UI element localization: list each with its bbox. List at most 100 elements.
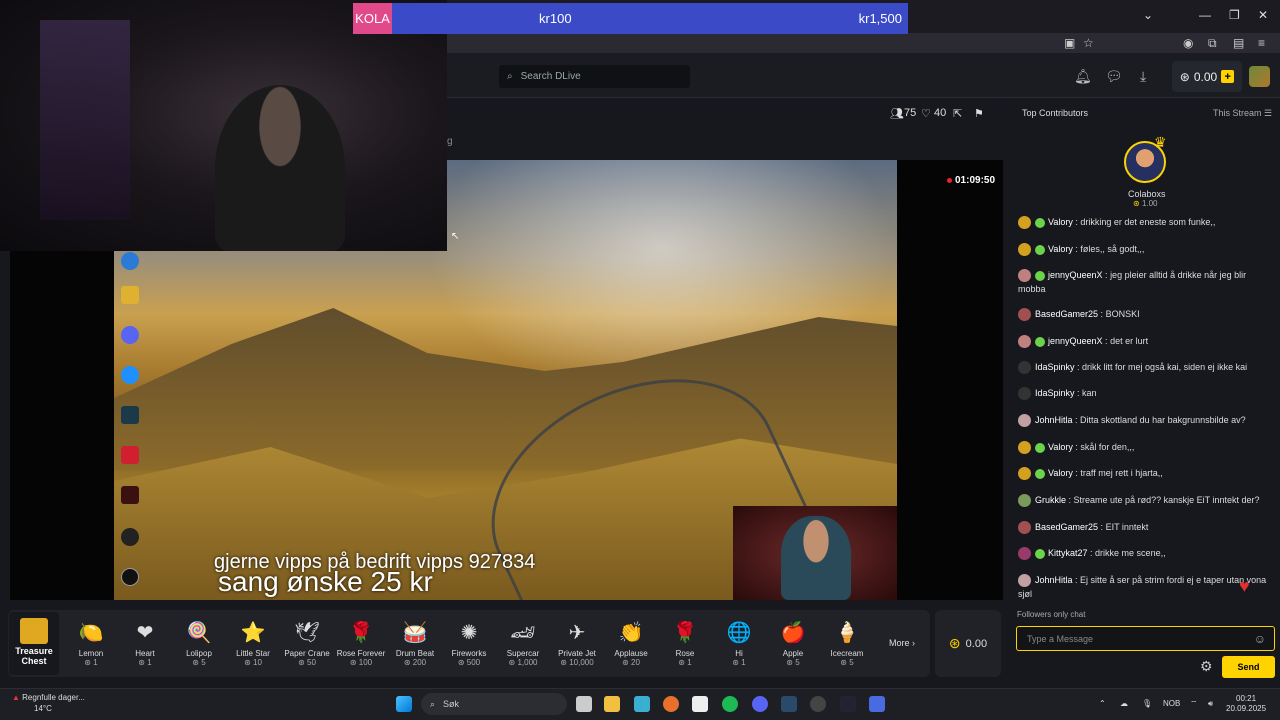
photos-icon[interactable] (634, 696, 650, 712)
gift-hi[interactable]: 🌐 Hi ⊛ 1 (713, 620, 765, 667)
gift-drum-beat[interactable]: 🥁 Drum Beat ⊛ 200 (389, 620, 441, 667)
gift-private-jet[interactable]: ✈ Private Jet ⊛ 10,000 (551, 620, 603, 667)
system-clock[interactable]: 00:21 20.09.2025 (1226, 694, 1266, 714)
minimize-icon[interactable]: — (1199, 8, 1211, 22)
picture-in-picture-icon[interactable]: ▣ (1064, 36, 1075, 50)
more-gifts-button[interactable]: More › (889, 638, 915, 648)
gift-price: ⊛ 1 (732, 658, 746, 667)
chat-username[interactable]: Valory (1048, 217, 1073, 227)
chat-avatar[interactable] (1018, 467, 1031, 481)
gift-price: ⊛ 500 (457, 658, 481, 667)
taskbar-search[interactable]: ⌕ Søk (421, 693, 567, 715)
gift-rose[interactable]: 🌹 Rose ⊛ 1 (659, 620, 711, 667)
heart-reaction-icon[interactable]: ♥ (1239, 576, 1250, 597)
obs-icon[interactable] (810, 696, 826, 712)
bell-icon[interactable]: 🔔︎ (1074, 68, 1092, 85)
gift-price: ⊛ 1 (138, 658, 152, 667)
chat-avatar[interactable] (1018, 387, 1031, 401)
download-icon[interactable]: ⤓ (1140, 68, 1146, 85)
treasure-chest-button[interactable]: Treasure Chest (9, 612, 59, 675)
app-arrow-icon[interactable] (840, 696, 856, 712)
heart-icon[interactable]: ♡ (921, 107, 931, 120)
chat-username[interactable]: Grukkle (1035, 495, 1066, 505)
user-avatar[interactable] (1249, 66, 1270, 87)
chat-username[interactable]: jennyQueenX (1048, 336, 1103, 346)
gift-paper-crane[interactable]: 🕊 Paper Crane ⊛ 50 (281, 620, 333, 667)
chat-input[interactable]: Type a Message ☺ (1016, 626, 1275, 651)
task-view-icon[interactable] (576, 696, 592, 712)
chat-avatar[interactable] (1018, 521, 1031, 535)
chat-username[interactable]: BasedGamer25 (1035, 522, 1098, 532)
chat-username[interactable]: Valory (1048, 468, 1073, 478)
gift-little-star[interactable]: ⭐ Little Star ⊛ 10 (227, 620, 279, 667)
gift-fireworks[interactable]: ✺ Fireworks ⊛ 500 (443, 620, 495, 667)
chat-username[interactable]: IdaSpinky (1035, 362, 1075, 372)
gift-heart[interactable]: ❤ Heart ⊛ 1 (119, 620, 171, 667)
chat-avatar[interactable] (1018, 216, 1031, 230)
chevron-down-icon[interactable]: ⌄ (1143, 8, 1153, 22)
firefox-icon[interactable] (663, 696, 679, 712)
gear-icon[interactable]: ⚙ (1200, 658, 1213, 675)
chat-username[interactable]: BasedGamer25 (1035, 309, 1098, 319)
send-button[interactable]: Send (1222, 656, 1275, 678)
chat-avatar[interactable] (1018, 547, 1031, 561)
cloud-icon[interactable]: ☁ (1120, 699, 1128, 708)
account-icon[interactable]: ◉ (1183, 36, 1193, 50)
this-stream-selector[interactable]: This Stream ☰ (1213, 108, 1272, 119)
menu-icon[interactable]: ≡ (1258, 36, 1265, 50)
gift-lemon[interactable]: 🍋 Lemon ⊛ 1 (65, 620, 117, 667)
extension-badge-icon[interactable]: ▤ (1233, 36, 1244, 50)
spotify-icon[interactable] (722, 696, 738, 712)
chat-bubble-icon[interactable]: 💬︎ (1105, 68, 1123, 85)
chat-username[interactable]: Valory (1048, 442, 1073, 452)
lemon-balance[interactable]: ⊛ 0.00 + (1172, 61, 1242, 92)
chat-avatar[interactable] (1018, 269, 1031, 283)
emoji-icon[interactable]: ☺ (1254, 632, 1266, 646)
extensions-icon[interactable]: ⧉ (1208, 36, 1217, 51)
gift-applause[interactable]: 👏 Applause ⊛ 20 (605, 620, 657, 667)
discord-icon[interactable] (752, 696, 768, 712)
maximize-icon[interactable]: ❐ (1229, 8, 1240, 22)
add-coins-button[interactable]: + (1221, 70, 1235, 83)
share-icon[interactable]: ⇱ (953, 107, 962, 120)
chat-username[interactable]: JohnHitla (1035, 575, 1073, 585)
chat-avatar[interactable] (1018, 308, 1031, 322)
chat-avatar[interactable] (1018, 414, 1031, 428)
close-icon[interactable]: ✕ (1258, 8, 1268, 22)
app-icon[interactable] (692, 696, 708, 712)
goal-target: kr1,500 (858, 11, 902, 26)
wifi-icon[interactable]: ⌔ (1190, 699, 1198, 709)
mountain-layer (114, 308, 897, 470)
chat-avatar[interactable] (1018, 243, 1031, 257)
gift-icecream[interactable]: 🍦 Icecream ⊛ 5 (821, 620, 873, 667)
gift-apple[interactable]: 🍎 Apple ⊛ 5 (767, 620, 819, 667)
volume-icon[interactable]: 🔊︎ (1208, 699, 1213, 709)
chevron-up-icon[interactable]: ⌃ (1099, 699, 1106, 708)
start-icon[interactable] (396, 696, 412, 712)
mic-icon[interactable]: 🎙︎ (1142, 699, 1152, 708)
gift-name: Private Jet (558, 649, 596, 658)
chat-username[interactable]: IdaSpinky (1035, 388, 1075, 398)
weather-widget[interactable]: ▲ Regnfulle dager... 14°C (12, 692, 85, 714)
report-flag-icon[interactable]: ⚑ (974, 107, 984, 120)
file-explorer-icon[interactable] (604, 696, 620, 712)
chat-username[interactable]: jennyQueenX (1048, 270, 1103, 280)
chat-username[interactable]: Valory (1048, 244, 1073, 254)
chat-avatar[interactable] (1018, 335, 1031, 349)
gift-rose-forever[interactable]: 🌹 Rose Forever ⊛ 100 (335, 620, 387, 667)
bookmark-star-icon[interactable]: ☆ (1083, 36, 1094, 50)
gift-lolipop[interactable]: 🍭 Lolipop ⊛ 5 (173, 620, 225, 667)
chat-username[interactable]: Kittykat27 (1048, 548, 1088, 558)
search-input[interactable]: ⌕ Search DLive (499, 65, 690, 88)
chat-avatar[interactable] (1018, 441, 1031, 455)
language-indicator[interactable]: NOB (1163, 699, 1180, 708)
chat-avatar[interactable] (1018, 494, 1031, 508)
gift-supercar[interactable]: 🏎 Supercar ⊛ 1,000 (497, 620, 549, 667)
chat-username[interactable]: JohnHitla (1035, 415, 1073, 425)
chat-avatar[interactable] (1018, 574, 1031, 588)
app-square-icon[interactable] (869, 696, 885, 712)
badge-icon (1035, 442, 1045, 453)
top-contributor-name[interactable]: Colaboxs (1128, 189, 1166, 199)
steam-icon[interactable] (781, 696, 797, 712)
chat-avatar[interactable] (1018, 361, 1031, 375)
